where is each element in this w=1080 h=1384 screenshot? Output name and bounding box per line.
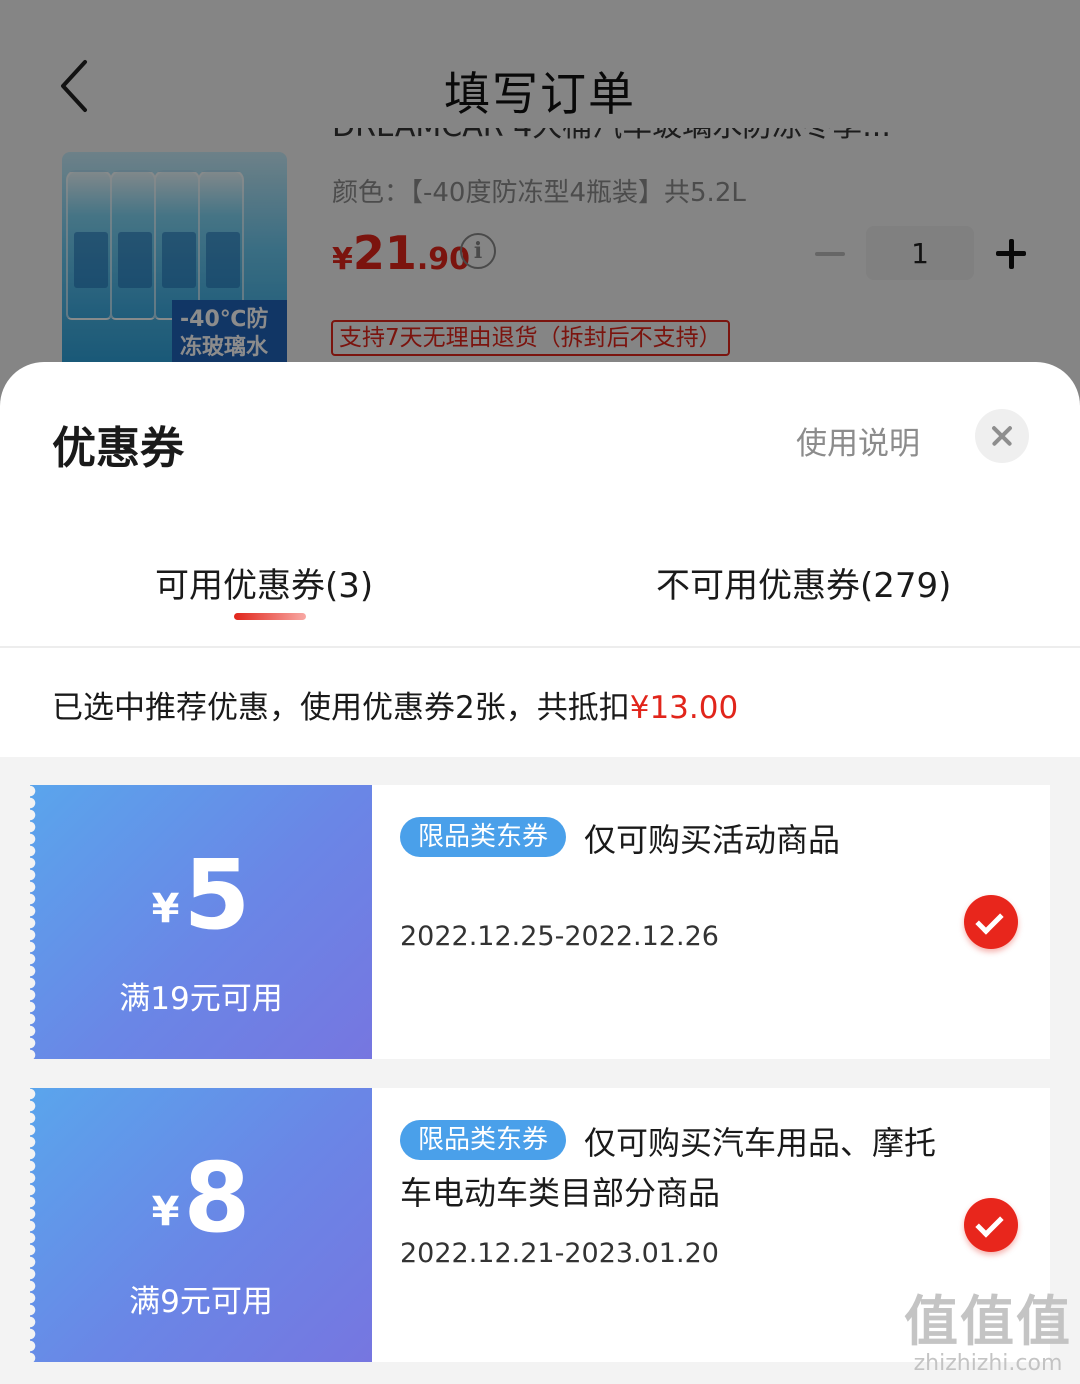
coupon-threshold: 满9元可用 bbox=[129, 1284, 273, 1320]
divider bbox=[0, 646, 1080, 648]
coupon-value-panel: ¥5 满19元可用 bbox=[30, 785, 372, 1059]
close-icon[interactable] bbox=[975, 409, 1029, 463]
coupon-date-range: 2022.12.21-2023.01.20 bbox=[400, 1238, 719, 1269]
tab-available-coupons[interactable]: 可用优惠券(3) bbox=[155, 558, 373, 607]
order-page: 填写订单 -40℃防冻玻璃水 4瓶装 DREAMCAR 4大桶汽车玻璃水防冻冬季… bbox=[0, 0, 1080, 420]
coupon-threshold: 满19元可用 bbox=[119, 981, 283, 1017]
coupon-currency: ¥ bbox=[151, 1189, 180, 1235]
coupon-description: 仅可购买汽车用品、摩托车电动车类目部分商品 bbox=[400, 1124, 937, 1212]
coupon-amount-value: 5 bbox=[183, 839, 251, 951]
checkmark-icon[interactable] bbox=[964, 1198, 1018, 1252]
summary-amount: ¥13.00 bbox=[629, 690, 739, 726]
sheet-title: 优惠券 bbox=[52, 423, 184, 474]
watermark: 值值值 zhizhizhi.com bbox=[904, 1292, 1072, 1376]
coupon-currency: ¥ bbox=[151, 886, 180, 932]
coupon-amount-value: 8 bbox=[183, 1142, 251, 1254]
coupon-amount: ¥8 bbox=[30, 1148, 372, 1248]
modal-backdrop[interactable] bbox=[0, 0, 1080, 420]
coupon-description: 仅可购买活动商品 bbox=[584, 821, 841, 859]
coupon-date-range: 2022.12.25-2022.12.26 bbox=[400, 921, 719, 952]
watermark-site: zhizhizhi.com bbox=[913, 1351, 1063, 1376]
coupon-value-panel: ¥8 满9元可用 bbox=[30, 1088, 372, 1362]
active-tab-indicator bbox=[234, 613, 306, 620]
coupon-card[interactable]: ¥5 满19元可用 限品类东券 仅可购买活动商品 2022.12.25-2022… bbox=[30, 785, 1050, 1059]
tab-unavailable-coupons[interactable]: 不可用优惠券(279) bbox=[656, 558, 951, 607]
summary-text: 已选中推荐优惠，使用优惠券2张，共抵扣 bbox=[52, 690, 630, 726]
coupon-sheet: 优惠券 使用说明 可用优惠券(3) 不可用优惠券(279) 已选中推荐优惠，使用… bbox=[0, 362, 1080, 1384]
usage-instructions-link[interactable]: 使用说明 bbox=[796, 418, 920, 463]
checkmark-icon[interactable] bbox=[964, 895, 1018, 949]
discount-summary: 已选中推荐优惠，使用优惠券2张，共抵扣¥13.00 bbox=[52, 682, 738, 727]
coupon-amount: ¥5 bbox=[30, 845, 372, 945]
coupon-card[interactable]: ¥8 满9元可用 限品类东券 仅可购买汽车用品、摩托车电动车类目部分商品 202… bbox=[30, 1088, 1050, 1362]
watermark-logo: 值值值 bbox=[904, 1290, 1072, 1353]
